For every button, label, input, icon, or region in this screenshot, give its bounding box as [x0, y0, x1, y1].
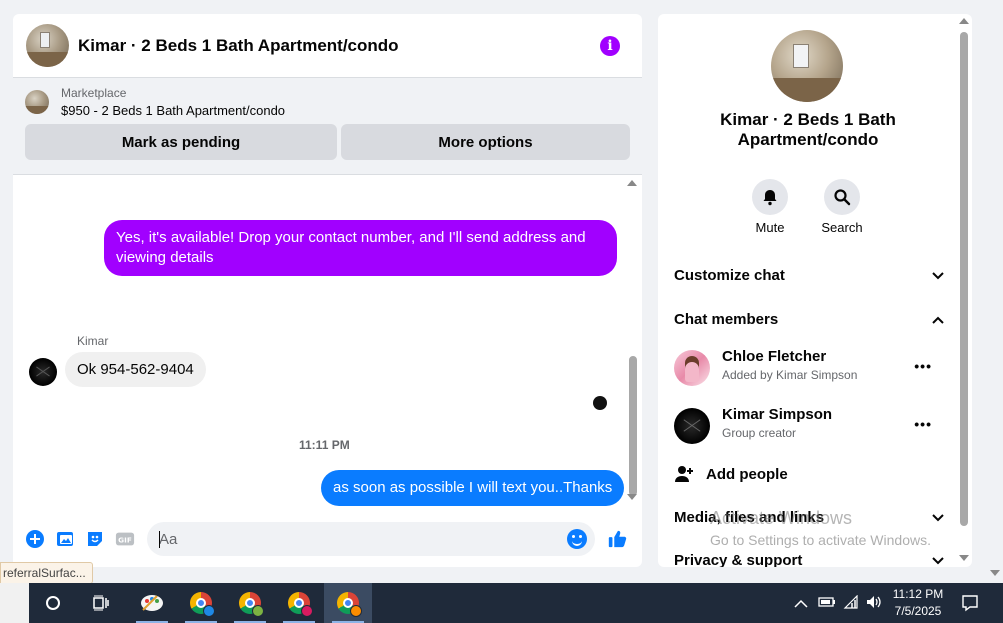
- clock-time[interactable]: 11:12 PM: [888, 587, 948, 601]
- volume-icon[interactable]: [865, 594, 883, 615]
- chat-members-label: Chat members: [674, 311, 779, 328]
- chevron-down-icon: [932, 513, 944, 521]
- scroll-up-arrow[interactable]: [627, 180, 637, 186]
- message-input[interactable]: [159, 530, 539, 548]
- mute-label: Mute: [755, 220, 785, 235]
- chrome-icon: [239, 592, 264, 617]
- incoming-message[interactable]: Ok 954-562-9404: [65, 352, 206, 387]
- text-caret: [159, 531, 160, 548]
- gif-label: GIF: [118, 536, 132, 545]
- search-label: Search: [821, 220, 863, 235]
- listing-avatar[interactable]: [26, 24, 69, 67]
- show-hidden-icons[interactable]: [794, 596, 808, 614]
- chrome-profile-d-icon[interactable]: [324, 583, 372, 623]
- chat-panel: Kimar · 2 Beds 1 Bath Apartment/condo i …: [13, 14, 642, 567]
- chat-members-section[interactable]: Chat members: [674, 311, 944, 328]
- side-scroll-down-arrow[interactable]: [959, 555, 969, 561]
- chrome-icon: [190, 592, 215, 617]
- like-icon[interactable]: [607, 529, 627, 549]
- chevron-down-icon: [932, 556, 944, 564]
- more-options-icon[interactable]: •••: [914, 358, 932, 374]
- customize-chat-section[interactable]: Customize chat: [674, 267, 944, 284]
- plus-icon[interactable]: [25, 529, 45, 549]
- member-role: Group creator: [722, 426, 797, 440]
- battery-icon[interactable]: [818, 595, 836, 614]
- sticker-icon[interactable]: [85, 529, 105, 549]
- listing-price[interactable]: $950 - 2 Beds 1 Bath Apartment/condo: [61, 103, 285, 118]
- add-people-label: Add people: [706, 465, 788, 483]
- composer: GIF: [13, 516, 642, 562]
- conversation-title: Kimar · 2 Beds 1 Bath Apartment/condo: [720, 110, 896, 149]
- bell-icon[interactable]: [752, 179, 788, 215]
- activation-watermark-text: Go to Settings to activate Windows.: [710, 532, 931, 548]
- add-person-icon: [675, 466, 693, 482]
- image-icon[interactable]: [55, 529, 75, 549]
- privacy-support-label: Privacy & support: [674, 552, 803, 567]
- member-name: Chloe Fletcher: [722, 348, 827, 365]
- member-role: Added by Kimar Simpson: [722, 368, 858, 382]
- chat-title: Kimar · 2 Beds 1 Bath Apartment/condo: [78, 35, 399, 55]
- chrome-profile-c-icon[interactable]: [275, 583, 323, 623]
- member-row[interactable]: Chloe Fletcher Added by Kimar Simpson ••…: [674, 348, 944, 388]
- customize-chat-label: Customize chat: [674, 267, 785, 284]
- mark-as-pending-button[interactable]: Mark as pending: [25, 124, 337, 160]
- member-avatar[interactable]: [674, 350, 710, 386]
- chat-info-panel: Kimar · 2 Beds 1 Bath Apartment/condo Mu…: [658, 14, 972, 567]
- side-panel-scrollbar[interactable]: [960, 32, 968, 526]
- message-timestamp: 11:11 PM: [299, 438, 350, 452]
- side-scroll-up-arrow[interactable]: [959, 18, 969, 24]
- privacy-support-section[interactable]: Privacy & support: [674, 552, 944, 567]
- conversation-avatar[interactable]: [771, 30, 843, 102]
- chrome-icon: [337, 592, 362, 617]
- start-button[interactable]: [0, 583, 29, 623]
- cortana-icon[interactable]: [29, 583, 77, 623]
- outgoing-message[interactable]: Yes, it's available! Drop your contact n…: [104, 220, 617, 276]
- chrome-profile-b-icon[interactable]: [226, 583, 274, 623]
- more-options-button[interactable]: More options: [341, 124, 630, 160]
- page-scroll-down-arrow[interactable]: [990, 570, 1000, 576]
- sender-name: Kimar: [77, 334, 109, 348]
- gif-icon[interactable]: GIF: [115, 529, 135, 549]
- chevron-up-icon: [932, 316, 944, 324]
- chevron-down-icon: [932, 271, 944, 279]
- message-list: Yes, it's available! Drop your contact n…: [13, 176, 642, 516]
- info-icon[interactable]: i: [600, 35, 620, 56]
- message-scrollbar[interactable]: [629, 356, 637, 496]
- taskbar: 11:12 PM 7/5/2025: [0, 583, 1003, 623]
- member-name: Kimar Simpson: [722, 406, 833, 423]
- scroll-down-arrow[interactable]: [627, 494, 637, 500]
- member-row[interactable]: Kimar Simpson Group creator •••: [674, 406, 944, 446]
- notification-icon[interactable]: [961, 594, 979, 617]
- marketplace-label: Marketplace: [61, 86, 127, 100]
- clock-date[interactable]: 7/5/2025: [888, 604, 948, 618]
- chrome-icon: [288, 592, 313, 617]
- outgoing-message[interactable]: as soon as possible I will text you..Tha…: [321, 470, 625, 506]
- sender-avatar[interactable]: [29, 358, 57, 386]
- paint-app-icon[interactable]: [128, 583, 176, 623]
- listing-thumbnail[interactable]: [25, 90, 49, 114]
- member-avatar[interactable]: [674, 408, 710, 444]
- emoji-icon[interactable]: [567, 529, 587, 549]
- activation-watermark-title: Activate Windows: [710, 508, 853, 528]
- chat-header: Kimar · 2 Beds 1 Bath Apartment/condo i: [13, 14, 642, 78]
- marketplace-banner: Marketplace $950 - 2 Beds 1 Bath Apartme…: [13, 78, 642, 175]
- more-options-icon[interactable]: •••: [914, 416, 932, 432]
- chrome-profile-a-icon[interactable]: [177, 583, 225, 623]
- wifi-icon[interactable]: [843, 594, 859, 614]
- search-icon[interactable]: [824, 179, 860, 215]
- add-people-button[interactable]: Add people: [674, 464, 944, 484]
- read-receipt-icon: [593, 396, 607, 410]
- task-view-icon[interactable]: [77, 583, 125, 623]
- url-tooltip: referralSurfac...: [0, 562, 93, 584]
- message-input-container[interactable]: [147, 522, 595, 556]
